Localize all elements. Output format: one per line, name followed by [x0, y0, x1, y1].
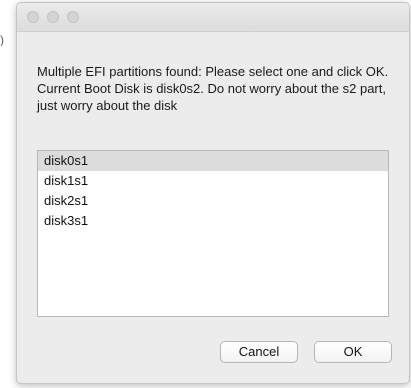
minimize-window-icon[interactable]: [47, 11, 59, 23]
background-text-fragment: ): [0, 34, 4, 46]
cancel-button[interactable]: Cancel: [220, 341, 298, 363]
zoom-window-icon[interactable]: [67, 11, 79, 23]
list-item[interactable]: disk1s1: [38, 171, 388, 191]
list-item[interactable]: disk0s1: [38, 151, 388, 171]
ok-button[interactable]: OK: [314, 341, 392, 363]
title-bar[interactable]: [17, 3, 409, 32]
partition-list[interactable]: disk0s1 disk1s1 disk2s1 disk3s1: [37, 150, 389, 317]
close-window-icon[interactable]: [27, 11, 39, 23]
list-item[interactable]: disk2s1: [38, 191, 388, 211]
list-item[interactable]: disk3s1: [38, 211, 388, 231]
dialog-message: Multiple EFI partitions found: Please se…: [37, 64, 389, 113]
dialog-window: Multiple EFI partitions found: Please se…: [16, 2, 410, 384]
